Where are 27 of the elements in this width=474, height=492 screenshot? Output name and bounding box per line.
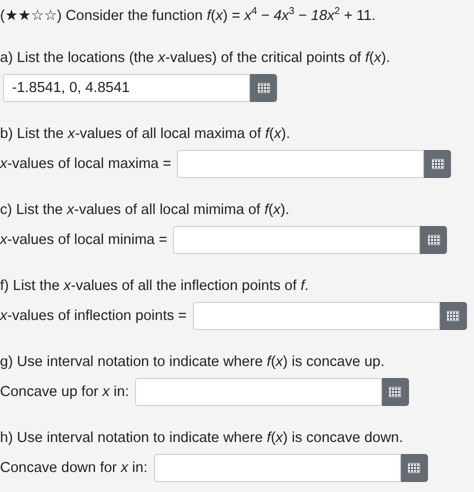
answer-field[interactable]: -1.8541, 0, 4.8541 [3,74,250,102]
keypad-icon [389,387,402,397]
problem-statement: (★★☆☆) Consider the function f(x) = x$^{4}$ − 4x$^{3}$ − 18x$^{2}$ + 11. [0,6,377,26]
keypad-button[interactable] [400,454,428,482]
keypad-icon [258,83,270,93]
keypad-icon [432,159,444,169]
field-label: Concave down for x in: [0,460,148,476]
keypad-button[interactable] [440,302,467,330]
question-text: h) Use interval notation to indicate where f(x) is concave down. [0,429,404,448]
keypad-button[interactable] [420,226,448,254]
question-text: a) List the locations (the x-values) of the critical points of f(x). [0,49,392,68]
keypad-button[interactable] [382,378,409,406]
answer-field[interactable] [134,378,382,406]
field-label: Concave up for x in: [0,384,129,400]
answer-field[interactable] [154,454,400,482]
keypad-button[interactable] [250,74,277,102]
keypad-icon [428,235,440,245]
keypad-button[interactable] [424,150,452,178]
answer-field[interactable] [173,226,420,254]
keypad-icon [408,463,420,473]
question-text: f) List the x-values of all the inflection points of f. [0,277,310,296]
answer-field[interactable] [192,302,440,330]
question-text: g) Use interval notation to indicate where f(x) is concave up. [0,353,386,372]
question-text: c) List the x-values of all local mimima of f(x). [0,201,290,220]
keypad-icon [447,311,460,321]
answer-field[interactable] [177,150,424,178]
question-text: b) List the x-values of all local maxima of f(x). [0,125,292,144]
